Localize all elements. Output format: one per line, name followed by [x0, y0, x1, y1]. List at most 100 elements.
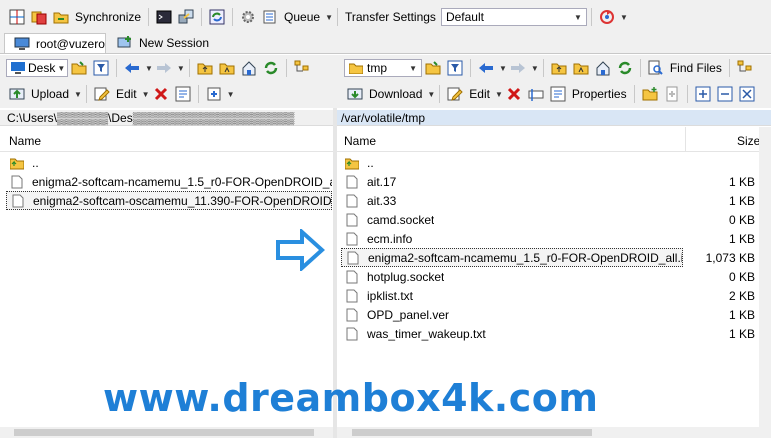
chevron-down-icon[interactable]: ▼ [145, 64, 153, 73]
new-folder-icon[interactable] [641, 85, 659, 103]
right-row-parent[interactable]: .. [341, 153, 683, 172]
right-row-file-selected[interactable]: enigma2-softcam-ncamemu_1.5_r0-FOR-OpenD… [341, 248, 683, 267]
toolbar-separator [232, 8, 234, 26]
refresh-icon[interactable] [616, 59, 634, 77]
tree-view-icon[interactable] [293, 59, 311, 77]
right-arrow-icon [275, 227, 325, 274]
forward-arrow-icon[interactable] [155, 59, 173, 77]
left-path-bar[interactable]: C:\Users\▒▒▒▒▒▒\Des▒▒▒▒▒▒▒▒▒▒▒▒▒▒▒▒▒▒▒ [0, 110, 333, 126]
find-files-button[interactable]: Find Files [645, 59, 725, 77]
new-icon[interactable] [205, 85, 223, 103]
transfer-settings-select[interactable]: Default ▼ [440, 8, 587, 26]
file-name: ipklist.txt [367, 288, 414, 303]
compare-directories-icon[interactable] [30, 8, 48, 26]
back-arrow-icon[interactable] [477, 59, 495, 77]
chevron-down-icon[interactable]: ▼ [227, 90, 235, 99]
toolbar-separator [337, 8, 338, 26]
file-name: camd.socket [367, 212, 435, 227]
forward-arrow-icon[interactable] [509, 59, 527, 77]
right-row-file[interactable]: ait.33 [341, 191, 683, 210]
properties-icon[interactable] [174, 85, 192, 103]
chevron-down-icon: ▼ [409, 63, 417, 73]
local-browser-icon[interactable] [8, 8, 26, 26]
right-row-file[interactable]: OPD_panel.ver [341, 305, 683, 324]
chevron-down-icon[interactable]: ▼ [531, 64, 539, 73]
properties-button[interactable]: Properties [547, 85, 630, 103]
left-action-toolbar: Upload ▼ Edit ▼ ▼ [6, 84, 234, 104]
invert-selection-icon[interactable] [738, 85, 756, 103]
putty-icon[interactable] [177, 8, 195, 26]
left-row-file-selected[interactable]: enigma2-softcam-oscamemu_11.390-FOR-Open… [6, 191, 332, 210]
sync-browse-icon[interactable] [598, 8, 616, 26]
select-all-icon[interactable] [694, 85, 712, 103]
chevron-down-icon: ▼ [141, 89, 150, 99]
open-folder-icon[interactable] [70, 59, 88, 77]
terminal-icon[interactable] [155, 8, 173, 26]
left-nav-toolbar: Desk ▼ ▼ ▼ [6, 58, 313, 78]
filter-icon[interactable] [92, 59, 110, 77]
right-row-file[interactable]: ecm.info [341, 229, 683, 248]
right-scroll-thumb[interactable] [352, 429, 592, 436]
upload-label: Upload [31, 87, 70, 101]
queue-button[interactable]: Queue ▼ [259, 8, 333, 26]
chevron-down-icon[interactable]: ▼ [177, 64, 185, 73]
root-directory-icon[interactable] [218, 59, 236, 77]
right-row-file[interactable]: camd.socket [341, 210, 683, 229]
left-edit-label: Edit [115, 87, 137, 101]
left-column-name[interactable]: Name [9, 134, 41, 148]
left-row-file[interactable]: enigma2-softcam-ncamemu_1.5_r0-FOR-OpenD… [6, 172, 332, 191]
right-edit-button[interactable]: Edit ▼ [444, 85, 503, 103]
right-vertical-scrollbar[interactable] [759, 127, 771, 427]
download-button[interactable]: Download ▼ [344, 85, 435, 103]
right-dir-label: tmp [367, 61, 388, 75]
file-size: 1 KB [728, 194, 755, 208]
right-column-name[interactable]: Name [344, 134, 376, 148]
toolbar-separator [116, 59, 117, 77]
right-row-file[interactable]: was_timer_wakeup.txt [341, 324, 683, 343]
delete-icon[interactable] [505, 85, 523, 103]
file-name: ecm.info [367, 231, 413, 246]
tab-root-vuzero[interactable]: root@vuzero [4, 33, 106, 53]
home-icon[interactable] [594, 59, 612, 77]
right-column-size[interactable]: Size [737, 134, 760, 148]
file-icon [343, 230, 361, 248]
left-edit-button[interactable]: Edit ▼ [91, 85, 150, 103]
tree-view-icon[interactable] [736, 59, 754, 77]
open-folder-icon[interactable] [424, 59, 442, 77]
file-icon [343, 173, 361, 191]
synchronize-button[interactable]: Synchronize [50, 8, 144, 26]
back-arrow-icon[interactable] [123, 59, 141, 77]
download-icon [346, 85, 364, 103]
file-icon [343, 192, 361, 210]
delete-icon[interactable] [152, 85, 170, 103]
chevron-down-icon[interactable]: ▼ [499, 64, 507, 73]
column-divider[interactable] [685, 127, 686, 151]
unselect-icon[interactable] [716, 85, 734, 103]
filter-icon[interactable] [446, 59, 464, 77]
file-size: 1 KB [728, 327, 755, 341]
tab-new-session[interactable]: New Session [108, 33, 209, 53]
right-row-file[interactable]: hotplug.socket [341, 267, 683, 286]
edit-icon [93, 85, 111, 103]
parent-directory-icon[interactable] [550, 59, 568, 77]
rename-icon[interactable] [527, 85, 545, 103]
gear-icon[interactable] [239, 8, 257, 26]
right-row-file[interactable]: ait.17 [341, 172, 683, 191]
new-file-icon[interactable] [663, 85, 681, 103]
chevron-down-icon[interactable]: ▼ [620, 13, 628, 22]
root-directory-icon[interactable] [572, 59, 590, 77]
right-path-bar[interactable]: /var/volatile/tmp [337, 110, 771, 126]
right-dir-select[interactable]: tmp ▼ [344, 59, 422, 77]
toolbar-separator [590, 8, 592, 26]
main-toolbar: Synchronize Queue ▼ Transfer Settings De… [0, 0, 771, 33]
upload-button[interactable]: Upload ▼ [6, 85, 82, 103]
left-row-parent[interactable]: .. [6, 153, 332, 172]
parent-directory-icon[interactable] [196, 59, 214, 77]
left-drive-select[interactable]: Desk ▼ [6, 59, 68, 77]
home-icon[interactable] [240, 59, 258, 77]
right-row-file[interactable]: ipklist.txt [341, 286, 683, 305]
refresh-icon[interactable] [262, 59, 280, 77]
left-scroll-thumb[interactable] [14, 429, 314, 436]
refresh-session-icon[interactable] [208, 8, 226, 26]
toolbar-separator [728, 59, 730, 77]
